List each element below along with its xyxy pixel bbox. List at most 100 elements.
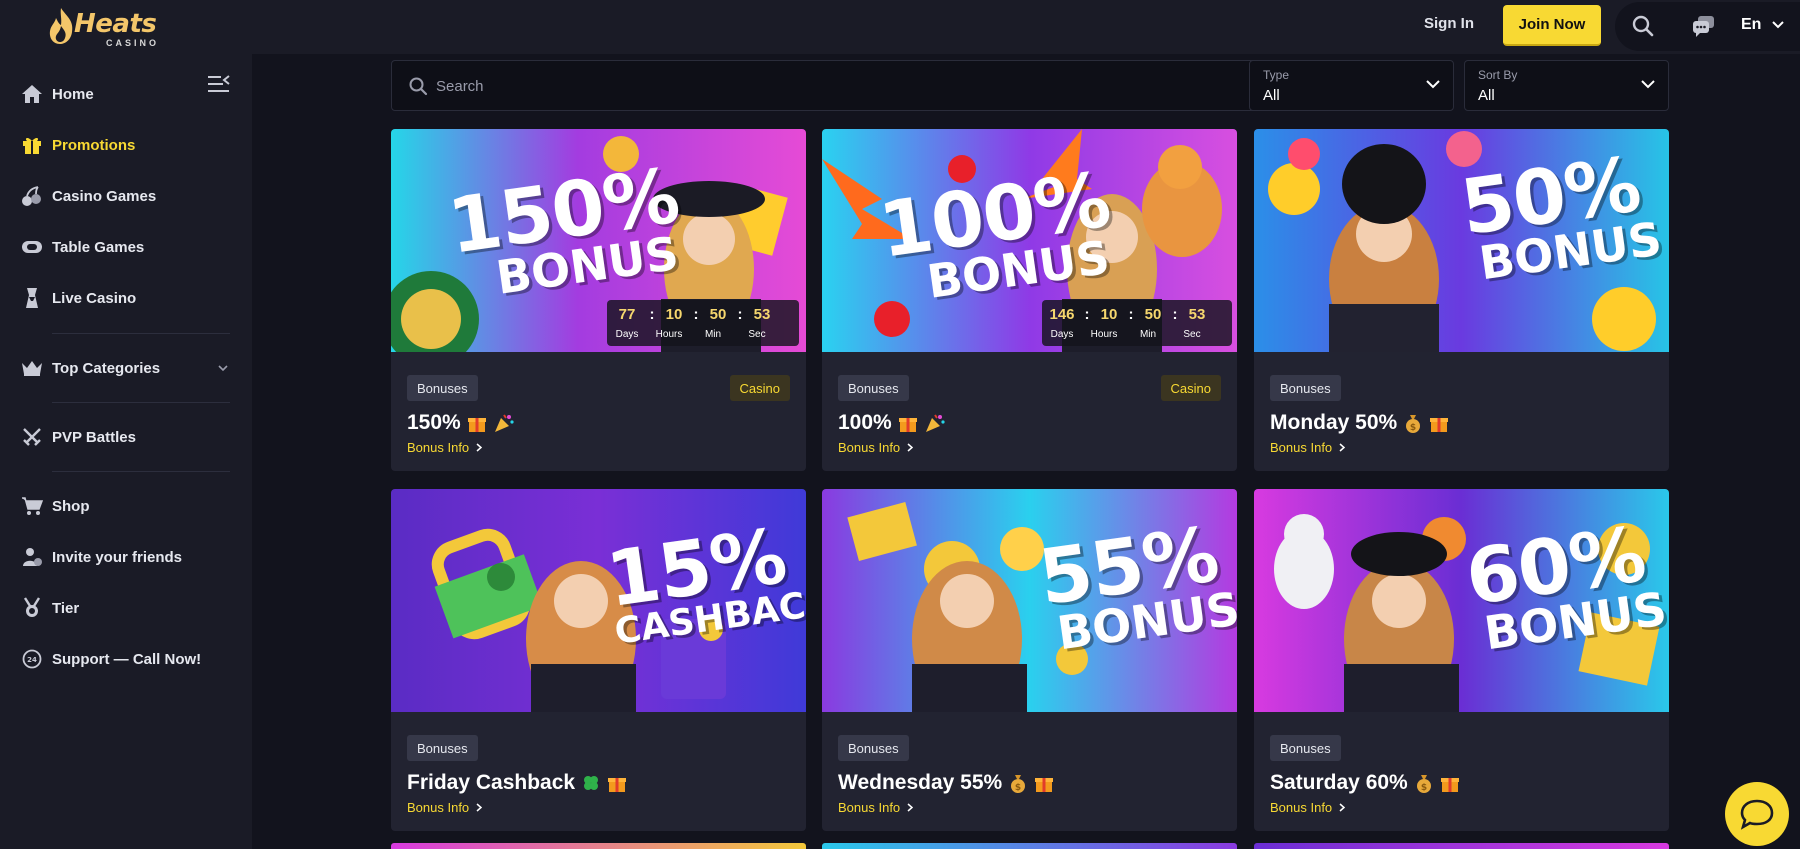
- promo-banner[interactable]: 15% CASHBACK: [391, 489, 806, 712]
- promo-title-text: Wednesday 55%: [838, 771, 1003, 794]
- bonus-info-link[interactable]: Bonus Info: [407, 440, 483, 455]
- promo-title-text: 150%: [407, 411, 461, 434]
- promo-card[interactable]: 150% BONUS 77: 10: 50: 53 Days Hours Min…: [391, 129, 806, 471]
- promo-card[interactable]: 55% BONUS Bonuses Wednesday 55% $ Bonus …: [822, 489, 1237, 831]
- promo-title: Wednesday 55% $: [838, 771, 1054, 795]
- promo-title: 100%: [838, 411, 946, 435]
- sign-in-link[interactable]: Sign In: [1424, 15, 1474, 32]
- timer-unit-sec: Sec: [1183, 329, 1201, 340]
- sidebar-item-support[interactable]: 24 Support — Call Now!: [0, 639, 252, 679]
- timer-unit-days: Days: [615, 329, 639, 340]
- sidebar-item-tier[interactable]: Tier: [0, 588, 252, 628]
- bonus-info-link[interactable]: Bonus Info: [1270, 440, 1346, 455]
- timer-min: 50: [1144, 306, 1162, 323]
- promo-card[interactable]: 15% CASHBACK Bonuses Friday Cashback Bon…: [391, 489, 806, 831]
- next-card-edge: [391, 843, 806, 849]
- tag-bonuses: Bonuses: [407, 375, 478, 401]
- chevron-down-icon: [1426, 80, 1440, 89]
- home-icon: [21, 83, 43, 105]
- promo-banner[interactable]: 55% BONUS: [822, 489, 1237, 712]
- promo-title: 150%: [407, 411, 515, 435]
- svg-text:$: $: [1421, 783, 1427, 793]
- chat-bubbles-icon[interactable]: [1692, 15, 1716, 37]
- sidebar-item-invite-friends[interactable]: Invite your friends: [0, 537, 252, 577]
- sidebar-item-label: Invite your friends: [52, 548, 183, 566]
- tag-bonuses: Bonuses: [838, 735, 909, 761]
- promo-card[interactable]: 50% BONUS Bonuses Monday 50% $ Bonus Inf…: [1254, 129, 1669, 471]
- live-chat-button[interactable]: [1725, 782, 1789, 846]
- sidebar-item-home[interactable]: Home: [0, 74, 252, 114]
- promo-banner[interactable]: 150% BONUS 77: 10: 50: 53 Days Hours Min…: [391, 129, 806, 352]
- logo-subtitle: CASINO: [106, 38, 160, 48]
- sidebar-item-top-categories[interactable]: Top Categories: [0, 348, 252, 388]
- tag-bonuses: Bonuses: [407, 735, 478, 761]
- chevron-right-icon: [1339, 803, 1346, 812]
- type-select-label: Type: [1263, 68, 1290, 82]
- promo-banner[interactable]: 50% BONUS: [1254, 129, 1669, 352]
- svg-text:24: 24: [27, 656, 37, 664]
- promo-banner[interactable]: 100% BONUS 146: 10: 50: 53 Days Hours Mi…: [822, 129, 1237, 352]
- timer-days: 77: [618, 306, 636, 323]
- money-bag-icon: $: [1416, 775, 1431, 793]
- promo-card[interactable]: 60% BONUS Bonuses Saturday 60% $ Bonus I…: [1254, 489, 1669, 831]
- tag-bonuses: Bonuses: [838, 375, 909, 401]
- bonus-info-link[interactable]: Bonus Info: [838, 800, 914, 815]
- sidebar-item-casino-games[interactable]: Casino Games: [0, 176, 252, 216]
- timer-sec: 53: [753, 306, 771, 323]
- language-selector[interactable]: En: [1741, 16, 1761, 34]
- timer-unit-min: Min: [704, 329, 722, 340]
- banner-headline: 55% BONUS: [1034, 509, 1237, 660]
- gift-emoji-icon: [467, 418, 486, 432]
- sidebar-item-promotions[interactable]: Promotions: [0, 125, 252, 165]
- timer-min: 50: [709, 306, 727, 323]
- sidebar-item-label: Table Games: [52, 238, 145, 256]
- search-icon[interactable]: [1631, 14, 1655, 38]
- heats-casino-logo[interactable]: Heats CASINO: [46, 6, 176, 48]
- logo-wordmark: Heats: [74, 9, 157, 39]
- promo-title: Saturday 60% $: [1270, 771, 1460, 795]
- chevron-down-icon[interactable]: [217, 364, 229, 372]
- tag-casino: Casino: [1160, 375, 1221, 401]
- sort-select[interactable]: Sort By All: [1464, 60, 1669, 111]
- search-input[interactable]: [436, 74, 1236, 98]
- sidebar-item-label: Live Casino: [52, 289, 137, 307]
- cart-icon: [21, 495, 43, 517]
- timer-unit-sec: Sec: [748, 329, 766, 340]
- sidebar-item-live-casino[interactable]: Live Casino: [0, 278, 252, 318]
- timer-unit-days: Days: [1050, 329, 1074, 340]
- dealer-icon: [21, 287, 43, 309]
- next-card-edge: [1254, 843, 1669, 849]
- chevron-right-icon: [1339, 443, 1346, 452]
- sidebar-item-pvp-battles[interactable]: PVP Battles: [0, 417, 252, 457]
- sort-select-label: Sort By: [1478, 68, 1518, 82]
- gift-emoji-icon: [1035, 778, 1054, 792]
- gift-emoji-icon: [898, 418, 917, 432]
- sidebar-item-shop[interactable]: Shop: [0, 486, 252, 526]
- bonus-info-link[interactable]: Bonus Info: [407, 800, 483, 815]
- bonus-info-link[interactable]: Bonus Info: [1270, 800, 1346, 815]
- tag-casino: Casino: [729, 375, 790, 401]
- sort-select-value: All: [1478, 87, 1495, 104]
- svg-text:$: $: [1015, 783, 1021, 793]
- chevron-right-icon: [907, 803, 914, 812]
- join-now-button[interactable]: Join Now: [1503, 5, 1601, 46]
- chevron-down-icon[interactable]: [1771, 20, 1785, 30]
- tag-bonuses: Bonuses: [1270, 735, 1341, 761]
- sidebar-item-table-games[interactable]: Table Games: [0, 227, 252, 267]
- promo-banner[interactable]: 60% BONUS: [1254, 489, 1669, 712]
- chevron-right-icon: [476, 443, 483, 452]
- timer-unit-hours: Hours: [655, 329, 683, 340]
- chip-icon: [21, 236, 43, 258]
- type-select[interactable]: Type All: [1249, 60, 1454, 111]
- sidebar-item-label: Top Categories: [52, 359, 161, 377]
- promo-card[interactable]: 100% BONUS 146: 10: 50: 53 Days Hours Mi…: [822, 129, 1237, 471]
- sidebar-item-label: Promotions: [52, 136, 136, 154]
- gift-emoji-icon: [1440, 778, 1459, 792]
- next-card-edge: [822, 843, 1237, 849]
- chevron-right-icon: [476, 803, 483, 812]
- bonus-info-link[interactable]: Bonus Info: [838, 440, 914, 455]
- sidebar-item-label: PVP Battles: [52, 428, 136, 446]
- flame-logo-icon: [49, 8, 73, 44]
- sidebar-item-label: Casino Games: [52, 187, 157, 205]
- sidebar-divider: [52, 333, 230, 334]
